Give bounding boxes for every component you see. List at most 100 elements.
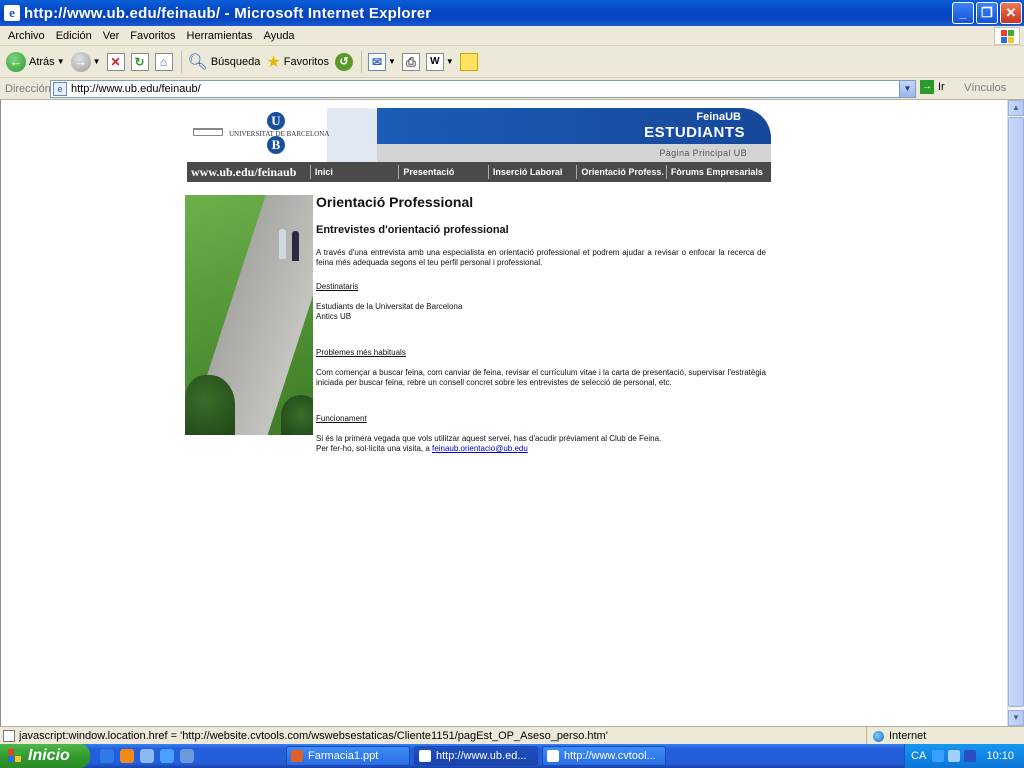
language-indicator[interactable]: CA <box>911 750 926 762</box>
back-arrow-icon: ← <box>6 51 26 72</box>
nav-inici[interactable]: Inici <box>309 165 399 179</box>
nav-presentacio[interactable]: Presentació <box>398 165 487 179</box>
title-bar: e http://www.ub.edu/feinaub/ - Microsoft… <box>0 0 1024 26</box>
funcionament-prefix: Per fer-ho, sol·licita una visita, a <box>316 444 433 453</box>
task-label: http://www.ub.ed... <box>436 750 527 762</box>
address-label: Dirección <box>5 82 51 95</box>
menu-edicion[interactable]: Edición <box>52 30 99 42</box>
star-icon: ★ <box>266 53 281 71</box>
ie-icon: e <box>4 5 20 21</box>
go-label: Ir <box>938 81 945 93</box>
security-zone: Internet <box>866 727 926 745</box>
task-cvtools[interactable]: http://www.cvtool... <box>542 746 666 766</box>
address-dropdown-icon[interactable]: ▼ <box>899 81 915 97</box>
destinataris-line: Antics UB <box>316 312 352 321</box>
refresh-icon: ↻ <box>130 52 149 71</box>
building-logo-icon <box>193 128 223 136</box>
nav-orientacio-profess[interactable]: Orientació Profess. <box>576 165 665 179</box>
task-farmacia[interactable]: Farmacia1.ppt <box>286 746 410 766</box>
search-label: Búsqueda <box>210 55 261 68</box>
problemes-text: Com començar a buscar feina, com canviar… <box>316 368 766 387</box>
go-button[interactable]: → Ir <box>920 80 945 94</box>
university-name: UNIVERSITAT DE BARCELONA <box>229 130 330 138</box>
close-button[interactable]: ✕ <box>1000 2 1022 24</box>
edit-button[interactable]: W ▼ <box>425 49 454 75</box>
maximize-button[interactable]: ❐ <box>976 2 998 24</box>
firefox-quicklaunch-icon[interactable] <box>120 749 134 763</box>
zone-label: Internet <box>889 730 927 742</box>
monitor-tray-icon[interactable] <box>964 750 977 762</box>
home-button[interactable]: ⌂ <box>154 49 173 75</box>
stop-icon: ✕ <box>106 52 125 71</box>
ub-logo-u: U <box>267 112 285 130</box>
start-label: Inicio <box>28 747 70 764</box>
task-label: http://www.cvtool... <box>564 750 656 762</box>
ie-task-icon <box>419 750 431 762</box>
status-page-icon <box>3 729 15 742</box>
nav-insercio-laboral[interactable]: Inserció Laboral <box>487 165 577 179</box>
menu-archivo[interactable]: Archivo <box>4 30 52 42</box>
forward-button[interactable]: → ▼ <box>70 49 101 75</box>
nav-forums-empresarials[interactable]: Fòrums Empresarials <box>665 165 771 179</box>
page-subtitle: Entrevistes d'orientació professional <box>316 224 509 236</box>
scroll-up-icon[interactable]: ▲ <box>1008 100 1024 116</box>
search-button[interactable]: 🔍︎ Búsqueda <box>188 49 261 75</box>
destinataris-line: Estudiants de la Universitat de Barcelon… <box>316 302 463 311</box>
page-title: Orientació Professional <box>316 194 474 210</box>
menu-ayuda[interactable]: Ayuda <box>260 30 302 42</box>
main-content: Orientació Professional Entrevistes d'or… <box>316 194 766 454</box>
window-title: http://www.ub.edu/feinaub/ - Microsoft I… <box>24 4 432 22</box>
notes-button[interactable] <box>459 49 478 75</box>
toolbar-separator <box>360 50 362 73</box>
scroll-down-icon[interactable]: ▼ <box>1008 710 1024 726</box>
menu-herramientas[interactable]: Herramientas <box>183 30 260 42</box>
site-banner: U B UNIVERSITAT DE BARCELONA FeinaUB EST… <box>187 108 771 162</box>
powerpoint-icon <box>291 750 303 762</box>
favorites-button[interactable]: ★ Favoritos <box>266 49 329 75</box>
ie-quicklaunch-icon[interactable] <box>100 749 114 763</box>
start-button[interactable]: Inicio <box>0 744 90 768</box>
menu-ver[interactable]: Ver <box>99 30 127 42</box>
stop-button[interactable]: ✕ <box>106 49 125 75</box>
photo-bush <box>281 395 313 435</box>
back-button[interactable]: ← Atrás ▼ <box>6 49 65 75</box>
status-bar: javascript:window.location.href = 'http:… <box>0 726 1024 745</box>
menu-favoritos[interactable]: Favoritos <box>126 30 182 42</box>
network-tray-icon[interactable] <box>932 750 945 762</box>
scroll-thumb[interactable] <box>1008 117 1024 707</box>
feinaub-label: FeinaUB <box>696 111 741 123</box>
estudiants-label: ESTUDIANTS <box>644 124 745 141</box>
globe-icon <box>873 730 884 742</box>
minimize-button[interactable]: _ <box>952 2 974 24</box>
pagina-principal-link[interactable]: Pàgina Principal UB <box>659 148 747 158</box>
forward-dropdown-icon[interactable]: ▼ <box>93 57 101 66</box>
printer-icon: ⎙ <box>401 52 420 71</box>
intro-text: A través d'una entrevista amb una especi… <box>316 248 766 267</box>
vertical-scrollbar[interactable]: ▲ ▼ <box>1007 100 1024 726</box>
forward-arrow-icon: → <box>70 51 91 72</box>
refresh-button[interactable]: ↻ <box>130 49 149 75</box>
task-ub[interactable]: http://www.ub.ed... <box>414 746 538 766</box>
task-label: Farmacia1.ppt <box>308 750 379 762</box>
messenger-quicklaunch-icon[interactable] <box>140 749 154 763</box>
links-button[interactable]: Vínculos <box>964 82 1006 94</box>
address-input[interactable]: e http://www.ub.edu/feinaub/ ▼ <box>50 80 916 98</box>
photo-person <box>279 229 286 259</box>
volume-tray-icon[interactable] <box>948 750 961 762</box>
print-button[interactable]: ⎙ <box>401 49 420 75</box>
email-link[interactable]: feinaub.orientacio@ub.edu <box>432 444 528 453</box>
photo-bush <box>185 375 235 435</box>
ie-alt-quicklaunch-icon[interactable] <box>160 749 174 763</box>
clock[interactable]: 10:10 <box>986 750 1014 762</box>
back-dropdown-icon[interactable]: ▼ <box>57 57 65 66</box>
funcionament-line2: Per fer-ho, sol·licita una visita, a fei… <box>316 444 766 454</box>
history-button[interactable]: ↺ <box>334 49 353 75</box>
desktop-quicklaunch-icon[interactable] <box>180 749 194 763</box>
mail-icon: ✉ <box>367 52 386 71</box>
edit-dropdown-icon[interactable]: ▼ <box>446 57 454 66</box>
windows-logo-icon <box>994 27 1020 45</box>
mail-button[interactable]: ✉ ▼ <box>367 49 396 75</box>
address-url[interactable]: http://www.ub.edu/feinaub/ <box>71 83 201 95</box>
mail-dropdown-icon[interactable]: ▼ <box>388 57 396 66</box>
go-arrow-icon: → <box>920 80 934 94</box>
